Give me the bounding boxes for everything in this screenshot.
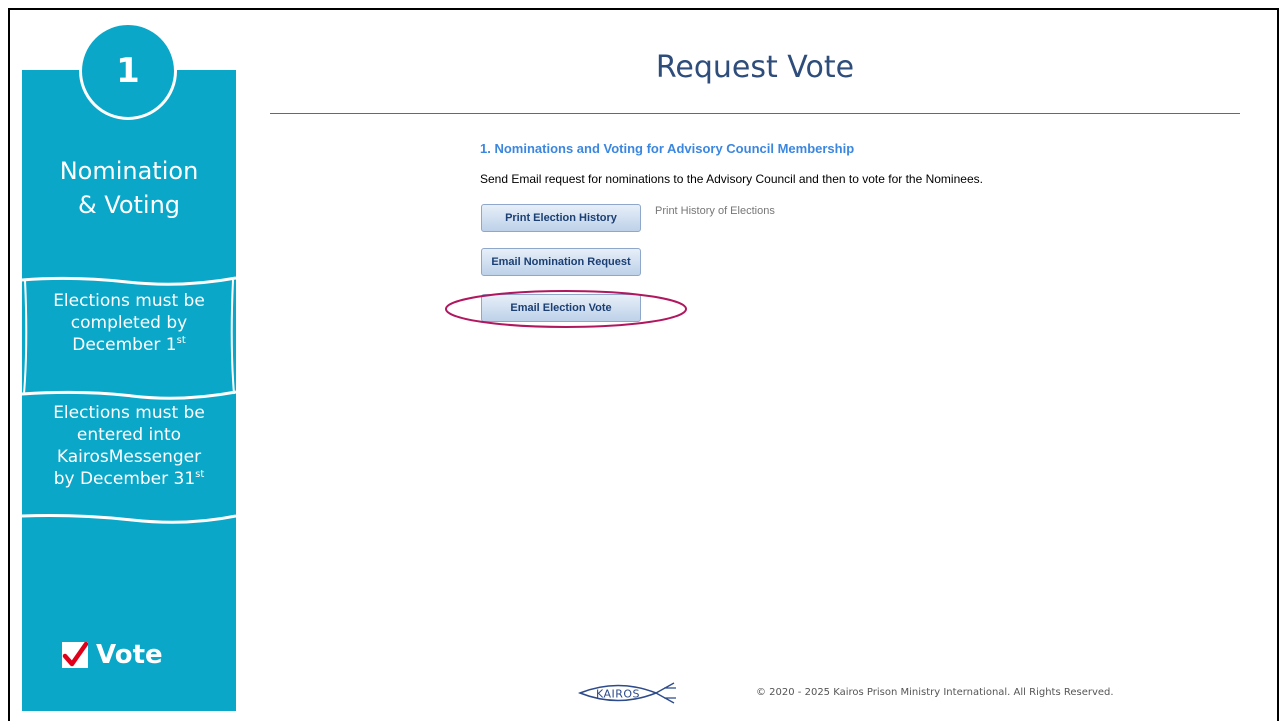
logo-text: KAIROS <box>596 688 640 701</box>
highlight-ellipse <box>445 290 687 328</box>
check-icon <box>62 642 88 668</box>
note1-line3-text: December 1 <box>72 335 177 355</box>
sidebar-title-line1: Nomination <box>59 157 199 185</box>
note2-line1: Elections must be <box>53 403 205 423</box>
section-description: Send Email request for nominations to th… <box>480 172 983 186</box>
step-number: 1 <box>116 51 140 91</box>
note2-line4: by December 31st <box>22 468 236 490</box>
deadline-note-completed: Elections must be completed by December … <box>22 290 236 356</box>
note1-suffix: st <box>176 335 186 346</box>
print-history-note: Print History of Elections <box>655 205 775 217</box>
note1-line3: December 1st <box>22 334 236 356</box>
print-election-history-button[interactable]: Print Election History <box>481 204 641 232</box>
page-title: Request Vote <box>655 50 855 85</box>
copyright-text: © 2020 - 2025 Kairos Prison Ministry Int… <box>756 687 1114 698</box>
sidebar-background <box>22 70 236 711</box>
title-divider <box>270 113 1240 114</box>
kairos-logo: KAIROS <box>578 682 676 704</box>
note2-line3: KairosMessenger <box>56 447 202 467</box>
email-nomination-request-button[interactable]: Email Nomination Request <box>481 248 641 276</box>
sidebar-panel: 1 Nomination & Voting Elections must be … <box>22 22 236 711</box>
deadline-note-entered: Elections must be entered into KairosMes… <box>22 402 236 490</box>
note1-line1: Elections must be <box>53 291 205 311</box>
note2-suffix: st <box>195 469 205 480</box>
vote-status: Vote <box>62 640 163 670</box>
step-number-badge: 1 <box>79 22 177 120</box>
note1-line2: completed by <box>70 313 188 333</box>
note2-line2: entered into <box>76 425 182 445</box>
note2-line4-text: by December 31 <box>53 469 196 489</box>
section-heading: 1. Nominations and Voting for Advisory C… <box>480 141 855 156</box>
sidebar-title-line2: & Voting <box>77 191 181 219</box>
sidebar-title: Nomination & Voting <box>22 154 236 222</box>
vote-label: Vote <box>96 640 163 670</box>
